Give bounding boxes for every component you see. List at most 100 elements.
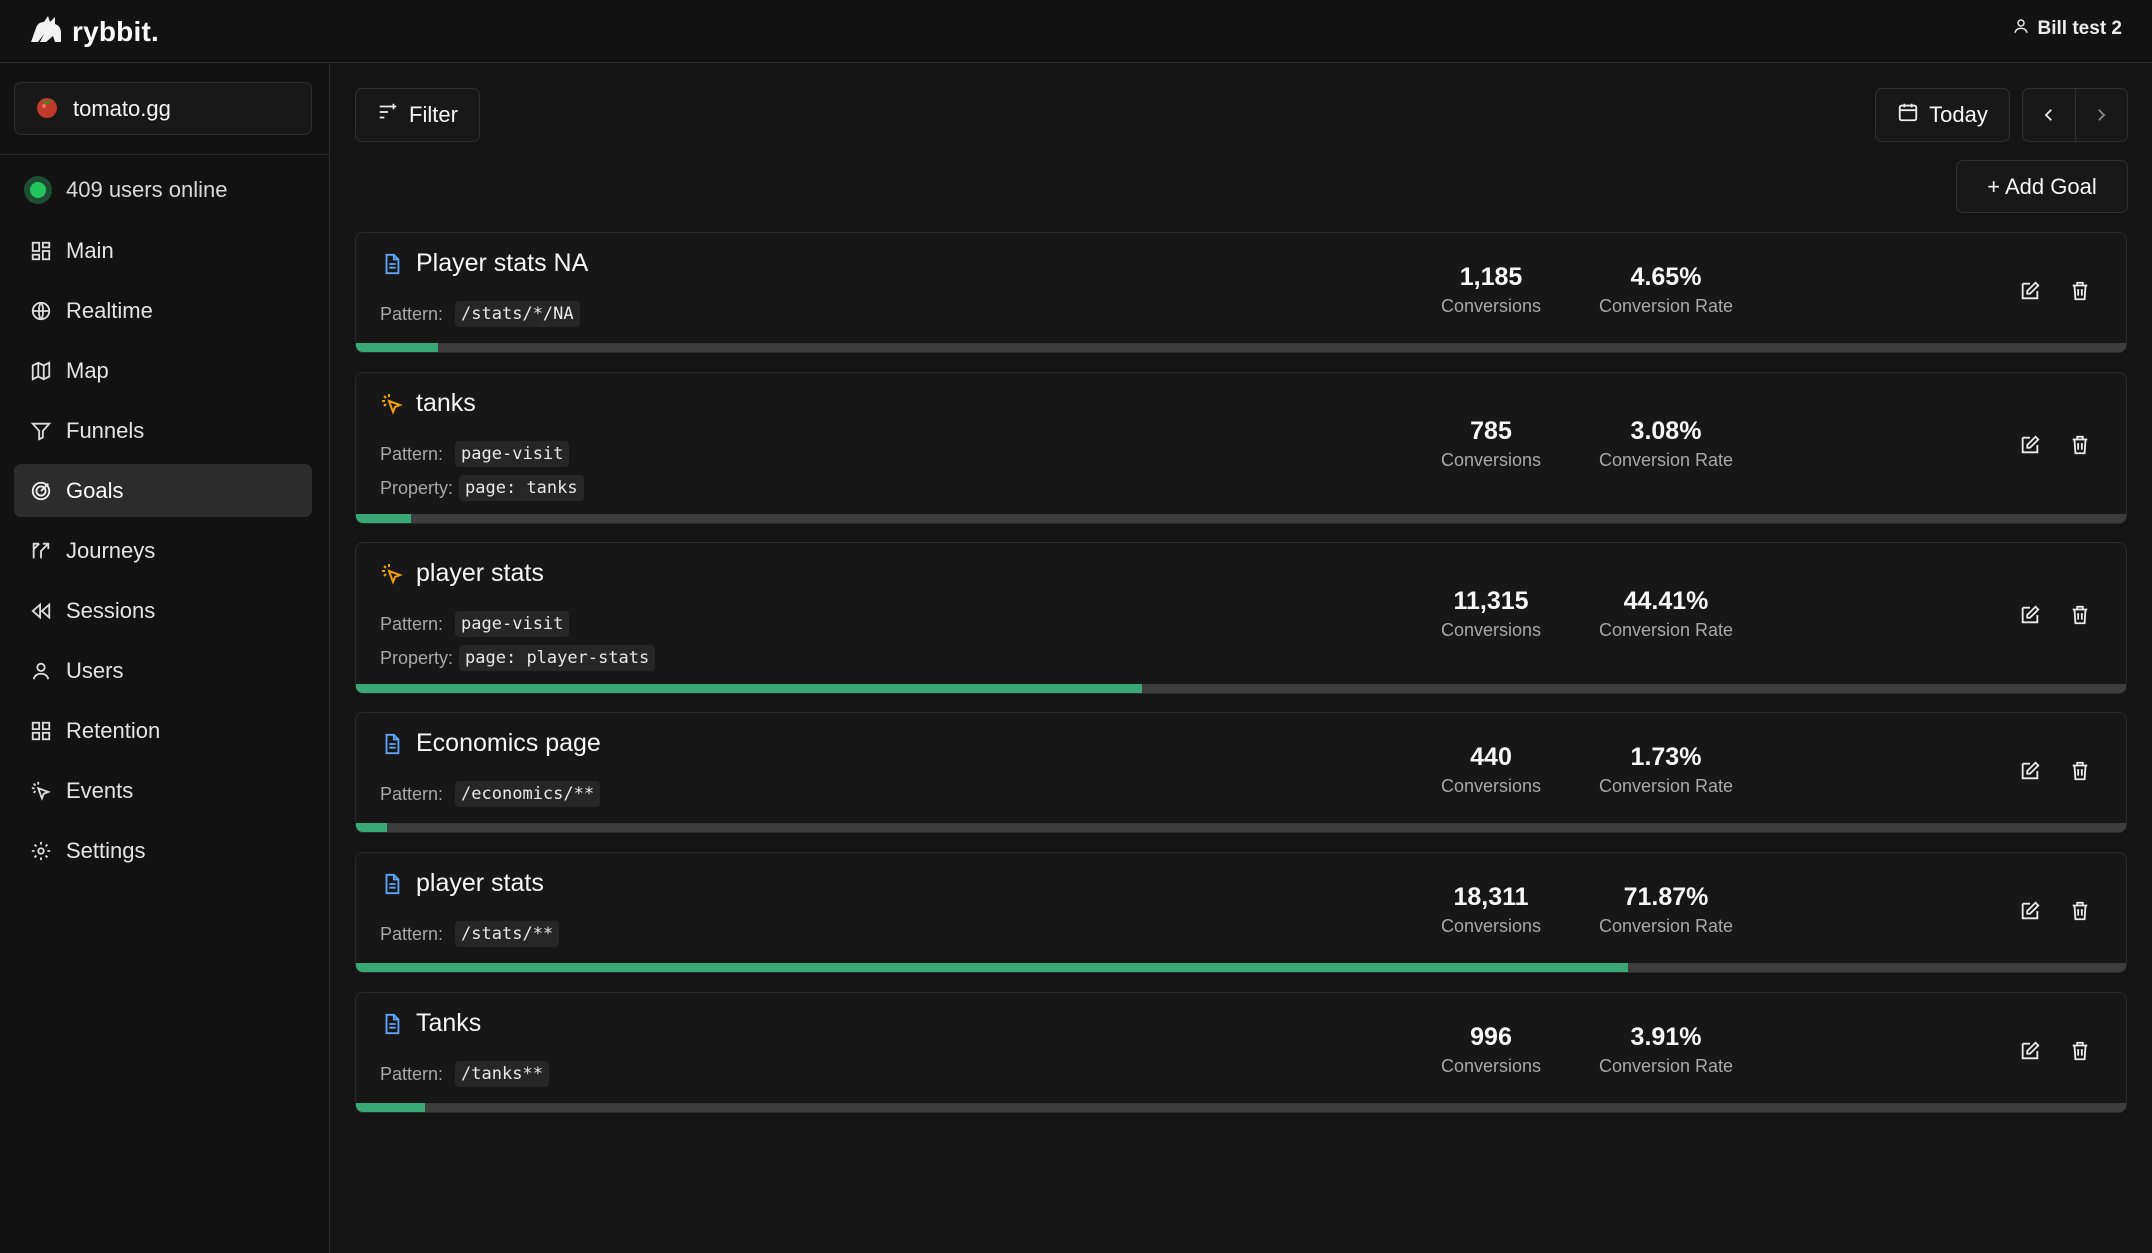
globe-icon [30,300,52,322]
date-picker-button[interactable]: Today [1875,88,2010,142]
pattern-value: page-visit [455,441,569,467]
goal-name: Tanks [416,1009,481,1038]
sidebar-item-funnels[interactable]: Funnels [14,404,312,457]
trash-icon[interactable] [2068,1039,2092,1063]
split-icon [30,540,52,562]
pattern-label: Pattern: [380,784,443,805]
user-name: Bill test 2 [2038,18,2122,40]
goal-card: Tanks Pattern: /tanks** 996 Conversions … [355,992,2127,1113]
goal-actions [2018,279,2092,303]
pattern-value: /stats/*/NA [455,301,580,327]
sidebar-item-main[interactable]: Main [14,224,312,277]
sidebar-nav: Main Realtime Map Funnels Goals Journeys… [14,224,312,884]
sidebar-item-map[interactable]: Map [14,344,312,397]
sidebar-item-label: Realtime [66,298,153,324]
pattern-label: Pattern: [380,444,443,465]
gear-icon [30,840,52,862]
conversion-progress-bar [356,1103,2126,1112]
sidebar-item-label: Journeys [66,538,155,564]
sidebar-item-journeys[interactable]: Journeys [14,524,312,577]
goal-title: player stats [380,559,544,588]
sidebar-item-users[interactable]: Users [14,644,312,697]
conversion-rate-stat: 44.41% Conversion Rate [1586,587,1746,641]
pattern-value: /tanks** [455,1061,549,1087]
goal-pattern: Pattern: /tanks** [380,1061,549,1087]
goal-pattern: Pattern: /stats/*/NA [380,301,580,327]
conversion-progress-bar [356,684,2126,693]
goal-actions [2018,899,2092,923]
user-menu[interactable]: Bill test 2 [2012,17,2122,41]
previous-period-button[interactable] [2023,89,2076,141]
goal-card: tanks Pattern: page-visit Property: page… [355,372,2127,524]
filter-button[interactable]: Filter [355,88,480,142]
property-label: Property: [380,648,453,669]
conversions-label: Conversions [1426,776,1556,797]
pattern-value: /stats/** [455,921,559,947]
conversions-stat: 11,315 Conversions [1426,587,1556,641]
sidebar-item-label: Sessions [66,598,155,624]
conversions-stat: 1,185 Conversions [1426,263,1556,317]
trash-icon[interactable] [2068,433,2092,457]
conversion-progress-fill [356,963,1628,972]
edit-icon[interactable] [2018,899,2042,923]
trash-icon[interactable] [2068,899,2092,923]
add-goal-button[interactable]: + Add Goal [1956,160,2128,213]
site-selector[interactable]: tomato.gg [14,82,312,135]
conversion-progress-bar [356,343,2126,352]
filter-label: Filter [409,102,458,128]
trash-icon[interactable] [2068,279,2092,303]
edit-icon[interactable] [2018,279,2042,303]
goal-card: player stats Pattern: page-visit Propert… [355,542,2127,694]
add-goal-label: + Add Goal [1987,174,2096,200]
target-icon [30,480,52,502]
app-name: rybbit. [72,16,159,48]
rabbit-logo-icon [28,14,64,49]
sidebar-item-label: Settings [66,838,146,864]
sidebar-item-goals[interactable]: Goals [14,464,312,517]
conversions-label: Conversions [1426,450,1556,471]
sidebar-divider [0,154,330,155]
edit-icon[interactable] [2018,433,2042,457]
grid-icon [30,240,52,262]
grid-icon [30,720,52,742]
goal-actions [2018,433,2092,457]
date-nav-group [2022,88,2128,142]
sidebar-item-events[interactable]: Events [14,764,312,817]
goal-pattern: Pattern: /stats/** [380,921,559,947]
sidebar-item-label: Users [66,658,123,684]
trash-icon[interactable] [2068,759,2092,783]
sidebar-item-sessions[interactable]: Sessions [14,584,312,637]
goal-name: Economics page [416,729,601,758]
goal-card: Player stats NA Pattern: /stats/*/NA 1,1… [355,232,2127,353]
sidebar-item-realtime[interactable]: Realtime [14,284,312,337]
edit-icon[interactable] [2018,603,2042,627]
goal-name: player stats [416,559,544,588]
goal-actions [2018,603,2092,627]
conversion-progress-fill [356,823,387,832]
conversion-rate-label: Conversion Rate [1586,620,1746,641]
edit-icon[interactable] [2018,1039,2042,1063]
sidebar-item-settings[interactable]: Settings [14,824,312,877]
conversions-stat: 18,311 Conversions [1426,883,1556,937]
conversion-rate-value: 1.73% [1586,743,1746,772]
conversions-value: 18,311 [1426,883,1556,912]
goal-name: tanks [416,389,476,418]
goal-name: player stats [416,869,544,898]
goal-pattern: Pattern: page-visit [380,441,569,467]
trash-icon[interactable] [2068,603,2092,627]
page-icon [380,732,404,756]
page-icon [380,872,404,896]
edit-icon[interactable] [2018,759,2042,783]
app-logo[interactable]: rybbit. [28,14,159,49]
sidebar-item-retention[interactable]: Retention [14,704,312,757]
next-period-button[interactable] [2076,89,2128,141]
goal-title: Player stats NA [380,249,588,278]
goal-actions [2018,1039,2092,1063]
conversions-value: 440 [1426,743,1556,772]
conversion-rate-label: Conversion Rate [1586,916,1746,937]
conversions-value: 996 [1426,1023,1556,1052]
rewind-icon [30,600,52,622]
conversion-rate-label: Conversion Rate [1586,450,1746,471]
conversions-value: 785 [1426,417,1556,446]
calendar-icon [1897,101,1919,129]
